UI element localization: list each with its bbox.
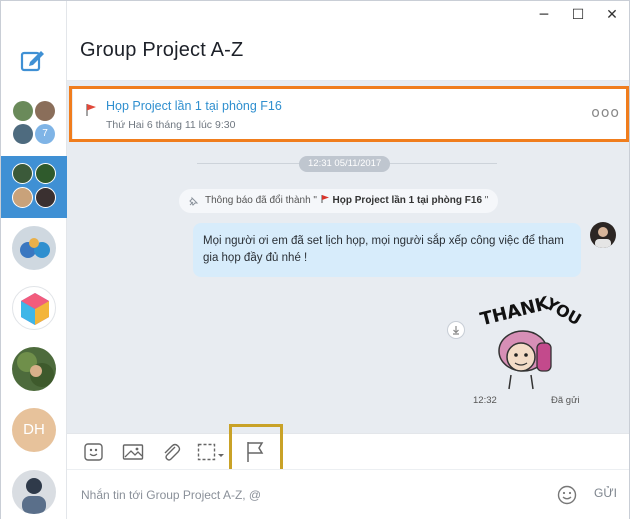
minimize-button[interactable]: ─ [527,1,561,29]
conversation-item-group-project[interactable] [1,156,67,218]
message-input[interactable] [81,484,521,506]
conversation-title: Group Project A-Z [80,39,244,61]
avatar [35,187,56,208]
conversation-item-4[interactable] [1,278,67,340]
conversation-sidebar: 7 DH [1,1,67,519]
svg-text:THANK: THANK [478,293,552,331]
chat-header: Group Project A-Z [67,29,629,81]
composer-toolbar [67,433,629,469]
conversation-item-6[interactable]: DH [1,400,67,462]
highlight-box-reminder [69,86,629,142]
attachment-icon[interactable] [160,442,182,462]
compose-icon[interactable] [17,45,47,75]
message-time: 12:32 [473,395,497,406]
conversation-item-group-1[interactable]: 7 [1,93,67,155]
avatar [35,101,55,121]
red-flag-icon [321,195,329,203]
system-note-suffix: " [484,195,489,206]
system-note-name: Họp Project lần 1 tại phòng F16 [332,195,483,206]
sender-avatar[interactable] [590,222,616,248]
conversation-item-3[interactable] [1,218,67,280]
window-controls: ─ ☐ ✕ [527,1,629,29]
send-button[interactable]: GỬI [594,486,617,500]
message-status: Đã gửi [551,395,580,406]
avatar [35,163,56,184]
sticker-icon[interactable] [83,442,105,462]
avatar [12,286,56,330]
pin-icon [189,196,199,206]
download-icon[interactable] [447,321,465,339]
close-button[interactable]: ✕ [595,1,629,29]
avatar [12,187,33,208]
app-window: 7 DH ─ ☐ ✕ Group Project A-Z 12:31 05/11… [0,0,630,519]
avatar [13,101,33,121]
conversation-item-7[interactable] [1,462,67,519]
image-icon[interactable] [122,442,144,462]
conversation-item-5[interactable] [1,339,67,401]
screenshot-icon[interactable] [197,442,227,462]
thank-you-sticker[interactable]: THANK YOU [475,279,585,391]
avatar [12,470,56,514]
unread-count-badge: 7 [35,124,55,144]
date-label: 12:31 05/11/2017 [299,156,391,172]
avatar [12,347,56,391]
system-notification: Thông báo đã đổi thành " Họp Project lần… [179,189,499,213]
avatar-initials: DH [12,408,56,452]
message-bubble[interactable]: Mọi người ơi em đã set lịch họp, mọi ngư… [193,223,581,277]
avatar [13,124,33,144]
avatar [12,226,56,270]
emoji-icon[interactable] [556,484,578,506]
highlight-box-flag [229,424,283,474]
composer: GỬI [67,469,629,519]
svg-text:YOU: YOU [542,294,585,330]
system-note-prefix: Thông báo đã đổi thành " [205,195,317,206]
avatar [12,163,33,184]
maximize-button[interactable]: ☐ [561,1,595,29]
